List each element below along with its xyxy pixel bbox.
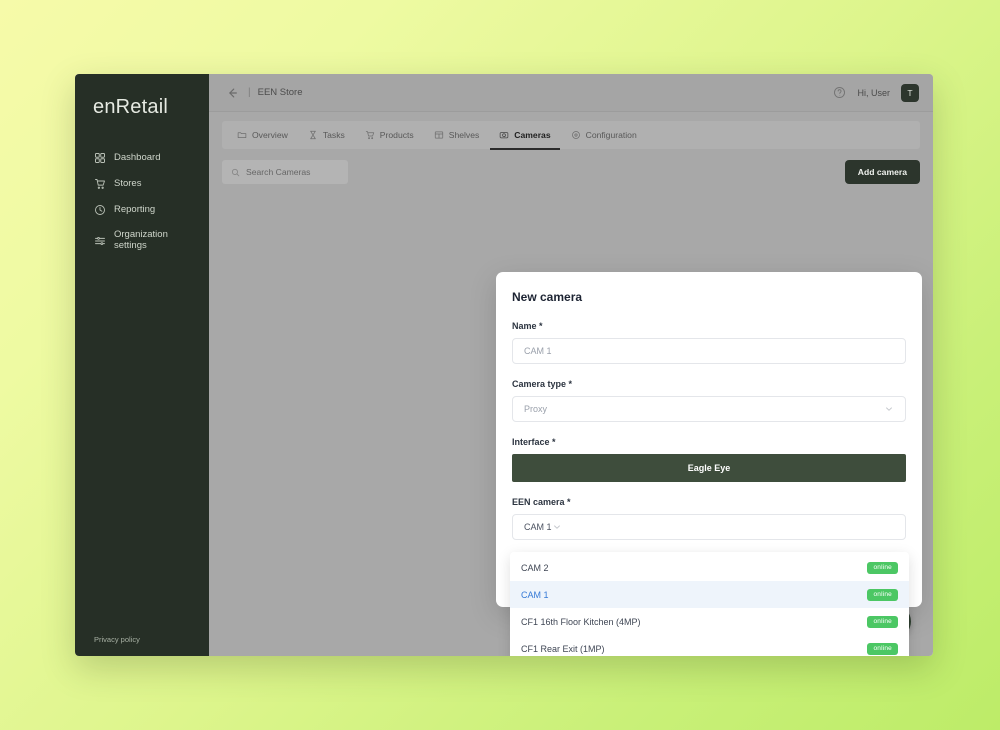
tab-label: Cameras bbox=[514, 130, 551, 140]
add-camera-button[interactable]: Add camera bbox=[844, 160, 920, 184]
camera-type-select[interactable]: Proxy bbox=[512, 396, 906, 422]
een-camera-value: CAM 1 bbox=[524, 522, 552, 532]
tab-tasks[interactable]: Tasks bbox=[299, 121, 354, 149]
tab-cameras[interactable]: Cameras bbox=[490, 121, 560, 150]
privacy-policy-link[interactable]: Privacy policy bbox=[94, 635, 140, 644]
dropdown-option-label: CAM 1 bbox=[521, 589, 549, 600]
chevron-down-icon[interactable] bbox=[552, 522, 562, 532]
interface-eagle-eye-button[interactable]: Eagle Eye bbox=[512, 454, 906, 482]
dropdown-option[interactable]: CF1 Rear Exit (1MP) online bbox=[510, 635, 909, 656]
tab-configuration[interactable]: Configuration bbox=[562, 121, 646, 149]
topbar: | EEN Store Hi, User T bbox=[209, 74, 933, 112]
help-circle-icon[interactable] bbox=[833, 86, 846, 99]
search-icon bbox=[231, 168, 240, 177]
tab-label: Tasks bbox=[322, 130, 345, 140]
sidebar-item-label: Reporting bbox=[114, 203, 156, 215]
tab-label: Shelves bbox=[448, 130, 480, 140]
camera-type-value: Proxy bbox=[524, 404, 548, 414]
camera-icon bbox=[499, 130, 509, 140]
tab-overview[interactable]: Overview bbox=[228, 121, 297, 149]
dropdown-option-selected[interactable]: CAM 1 online bbox=[510, 581, 909, 608]
sidebar: enRetail Dashboard Stores Reporting Orga… bbox=[75, 74, 209, 656]
status-badge: online bbox=[867, 588, 898, 601]
status-badge: online bbox=[867, 642, 898, 655]
tab-label: Configuration bbox=[585, 130, 637, 140]
sidebar-item-label: Stores bbox=[114, 177, 142, 189]
table-icon bbox=[434, 130, 444, 140]
tab-strip: Overview Tasks Products Shelves Cameras … bbox=[222, 121, 920, 150]
dropdown-option-label: CF1 16th Floor Kitchen (4MP) bbox=[521, 616, 641, 627]
tab-shelves[interactable]: Shelves bbox=[425, 121, 489, 149]
chevron-down-icon bbox=[884, 404, 894, 414]
folder-icon bbox=[237, 130, 247, 140]
sidebar-item-label: Organization settings bbox=[114, 229, 168, 251]
tab-label: Products bbox=[379, 130, 414, 140]
status-badge: online bbox=[867, 615, 898, 628]
een-camera-label: EEN camera * bbox=[512, 497, 571, 507]
name-input-placeholder: CAM 1 bbox=[524, 346, 552, 356]
sidebar-item-dashboard[interactable]: Dashboard bbox=[75, 145, 209, 171]
sidebar-item-organization-settings[interactable]: Organization settings bbox=[75, 223, 209, 259]
dropdown-option[interactable]: CF1 16th Floor Kitchen (4MP) online bbox=[510, 608, 909, 635]
brand-logo: enRetail bbox=[93, 96, 168, 118]
main-content: | EEN Store Hi, User T Overview Tasks Pr… bbox=[209, 74, 933, 656]
dropdown-option-label: CF1 Rear Exit (1MP) bbox=[521, 643, 605, 654]
sidebar-item-reporting[interactable]: Reporting bbox=[75, 197, 209, 223]
een-camera-dropdown: CAM 2 online CAM 1 online CF1 16th Floor… bbox=[510, 552, 909, 656]
dropdown-option[interactable]: CAM 2 online bbox=[510, 554, 909, 581]
clock-icon bbox=[94, 204, 106, 216]
gear-icon bbox=[571, 130, 581, 140]
greeting-text: Hi, User bbox=[857, 87, 890, 98]
name-field-label: Name * bbox=[512, 321, 543, 331]
status-badge: online bbox=[867, 561, 898, 574]
tab-label: Overview bbox=[252, 130, 288, 140]
tab-products[interactable]: Products bbox=[356, 121, 423, 149]
sliders-icon bbox=[94, 235, 106, 247]
camera-type-label: Camera type * bbox=[512, 379, 573, 389]
breadcrumb-separator: | bbox=[248, 87, 251, 98]
dropdown-option-label: CAM 2 bbox=[521, 562, 549, 573]
name-input[interactable]: CAM 1 bbox=[512, 338, 906, 364]
modal-title: New camera bbox=[512, 290, 583, 304]
cart-icon bbox=[94, 178, 106, 190]
grid-icon bbox=[94, 152, 106, 164]
een-camera-combobox: CAM 1 bbox=[512, 514, 906, 540]
breadcrumb: EEN Store bbox=[257, 87, 303, 98]
interface-label: Interface * bbox=[512, 437, 556, 447]
toolbar: Search Cameras Add camera bbox=[222, 160, 920, 184]
cart-icon bbox=[365, 130, 375, 140]
sidebar-item-label: Dashboard bbox=[114, 151, 161, 163]
arrow-left-icon[interactable] bbox=[225, 86, 239, 100]
een-camera-input[interactable]: CAM 1 bbox=[512, 514, 906, 540]
hourglass-icon bbox=[308, 130, 318, 140]
app-window: enRetail Dashboard Stores Reporting Orga… bbox=[75, 74, 933, 656]
search-placeholder: Search Cameras bbox=[246, 167, 311, 177]
search-input[interactable]: Search Cameras bbox=[222, 160, 348, 184]
sidebar-item-stores[interactable]: Stores bbox=[75, 171, 209, 197]
sidebar-nav: Dashboard Stores Reporting Organization … bbox=[75, 145, 209, 259]
avatar[interactable]: T bbox=[901, 83, 919, 102]
topbar-right: Hi, User T bbox=[833, 83, 919, 102]
